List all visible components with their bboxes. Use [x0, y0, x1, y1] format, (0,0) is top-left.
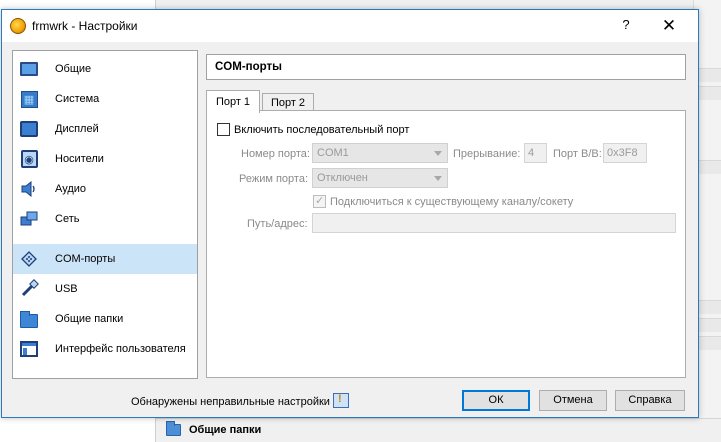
connect-existing-row: Подключиться к существующему каналу/соке… [313, 194, 574, 208]
sidebar-item-system[interactable]: ▦ Система [13, 84, 197, 114]
sidebar-item-label: Аудио [55, 183, 87, 195]
connect-existing-checkbox[interactable] [313, 194, 326, 208]
port-number-combo[interactable]: COM1 [312, 143, 448, 163]
folder-icon [19, 309, 39, 329]
sidebar-item-network[interactable]: Сеть [13, 204, 197, 234]
sidebar-item-label: Носители [55, 153, 104, 165]
dialog-title: frmwrk - Настройки [32, 19, 138, 33]
warning-icon[interactable] [333, 393, 349, 408]
background-section-shared-folders[interactable]: Общие папки [166, 421, 262, 436]
sidebar-item-general[interactable]: Общие [13, 54, 197, 84]
help-button[interactable]: Справка [615, 390, 685, 411]
storage-icon: ◉ [19, 149, 39, 169]
enable-port-row: Включить последовательный порт [217, 123, 409, 136]
ok-button[interactable]: ОК [462, 390, 530, 411]
sidebar-item-usb[interactable]: USB [13, 274, 197, 304]
connect-existing-label: Подключиться к существующему каналу/соке… [330, 195, 574, 208]
monitor-icon [19, 59, 39, 79]
path-label: Путь/адрес: [247, 218, 308, 230]
sidebar-item-label: COM-порты [55, 253, 116, 265]
sidebar-item-label: Общие папки [55, 313, 124, 325]
irq-field[interactable]: 4 [524, 143, 547, 163]
settings-sidebar: Общие ▦ Система Дисплей ◉ Носители Аудио… [12, 50, 198, 379]
io-port-label: Порт В/В: [553, 148, 602, 160]
port-number-label: Номер порта: [241, 148, 310, 160]
speaker-icon [19, 179, 39, 199]
sidebar-item-audio[interactable]: Аудио [13, 174, 197, 204]
section-title: COM-порты [206, 54, 686, 80]
io-port-field[interactable]: 0x3F8 [603, 143, 647, 163]
chevron-down-icon [434, 176, 442, 181]
sidebar-item-com-ports[interactable]: COM-порты [13, 244, 197, 274]
sidebar-item-label: Система [55, 93, 100, 105]
display-icon [19, 119, 39, 139]
irq-label: Прерывание: [453, 148, 521, 160]
port-mode-label: Режим порта: [239, 173, 309, 185]
port-mode-combo[interactable]: Отключен [312, 168, 448, 188]
sidebar-item-shared-folders[interactable]: Общие папки [13, 304, 197, 334]
sidebar-item-label: Дисплей [55, 123, 99, 135]
cancel-button[interactable]: Отмена [539, 390, 607, 411]
window-ui-icon [19, 339, 39, 359]
port-1-panel: Включить последовательный порт Номер пор… [206, 110, 686, 378]
app-icon [10, 18, 26, 34]
tab-port-1[interactable]: Порт 1 [206, 90, 260, 113]
sidebar-item-storage[interactable]: ◉ Носители [13, 144, 197, 174]
sidebar-item-label: Интерфейс пользователя [55, 343, 186, 355]
port-mode-value: Отключен [317, 172, 368, 184]
settings-dialog: frmwrk - Настройки ? ✕ Общие ▦ Система Д… [1, 9, 699, 418]
enable-port-checkbox[interactable] [217, 123, 230, 136]
network-icon [19, 209, 39, 229]
sidebar-item-user-interface[interactable]: Интерфейс пользователя [13, 334, 197, 364]
folder-icon [166, 421, 181, 436]
sidebar-item-label: Сеть [55, 213, 80, 225]
port-number-value: COM1 [317, 147, 349, 159]
serial-port-icon [19, 249, 39, 269]
help-title-button[interactable]: ? [616, 17, 636, 35]
sidebar-item-label: Общие [55, 63, 92, 75]
close-button[interactable]: ✕ [657, 15, 681, 37]
invalid-settings-warning: Обнаружены неправильные настройки [131, 396, 330, 408]
usb-icon [19, 279, 39, 299]
dialog-titlebar[interactable]: frmwrk - Настройки ? ✕ [2, 10, 698, 42]
sidebar-item-display[interactable]: Дисплей [13, 114, 197, 144]
chevron-down-icon [434, 151, 442, 156]
path-field[interactable] [312, 213, 676, 233]
background-section-label: Общие папки [189, 424, 262, 436]
chip-icon: ▦ [19, 89, 39, 109]
enable-port-label: Включить последовательный порт [234, 123, 410, 136]
sidebar-item-label: USB [55, 283, 78, 295]
